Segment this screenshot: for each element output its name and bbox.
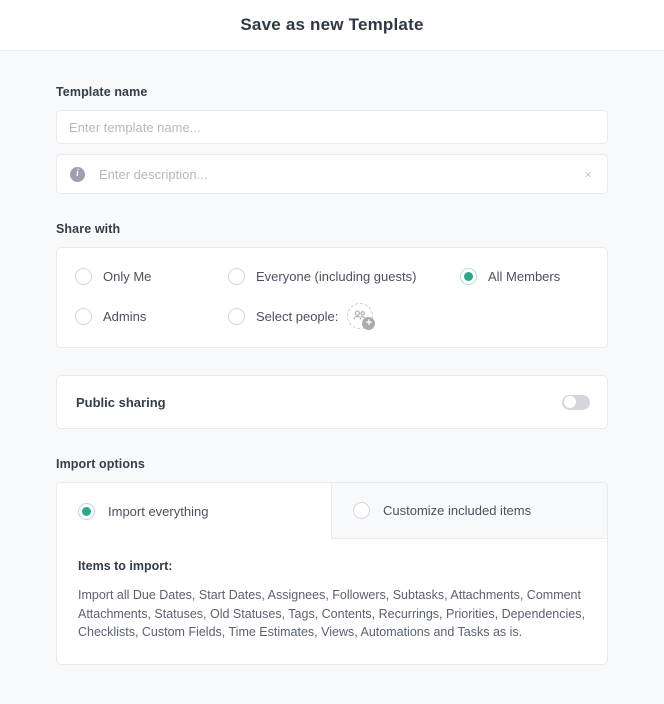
share-with-label: Share with	[56, 222, 608, 236]
radio-icon	[228, 268, 245, 285]
radio-only-me[interactable]: Only Me	[57, 268, 210, 285]
radio-admins[interactable]: Admins	[57, 303, 210, 329]
public-sharing-toggle[interactable]	[562, 395, 590, 410]
radio-label: Everyone (including guests)	[256, 269, 416, 284]
description-field[interactable]: i ×	[56, 154, 608, 194]
template-name-label: Template name	[56, 85, 608, 99]
modal-body: Template name i × Share with Only Me Eve…	[0, 51, 664, 665]
items-to-import-section: Items to import: Import all Due Dates, S…	[57, 539, 607, 664]
info-icon: i	[70, 167, 85, 182]
share-with-card: Only Me Everyone (including guests) All …	[56, 247, 608, 348]
description-input[interactable]	[97, 166, 581, 183]
radio-icon	[228, 308, 245, 325]
tab-label: Customize included items	[383, 503, 531, 518]
items-to-import-title: Items to import:	[78, 559, 585, 573]
import-tabs: Import everything Customize included ite…	[57, 483, 607, 539]
import-options-card: Import everything Customize included ite…	[56, 482, 608, 665]
radio-label: Select people:	[256, 309, 338, 324]
template-name-input[interactable]	[56, 110, 608, 144]
radio-label: Admins	[103, 309, 146, 324]
radio-icon-selected	[460, 268, 477, 285]
modal-header: Save as new Template	[0, 0, 664, 51]
tab-import-everything[interactable]: Import everything	[57, 483, 331, 539]
items-to-import-text: Import all Due Dates, Start Dates, Assig…	[78, 586, 585, 642]
radio-label: All Members	[488, 269, 560, 284]
tab-customize-included-items[interactable]: Customize included items	[331, 483, 607, 539]
close-icon[interactable]: ×	[581, 166, 595, 183]
radio-icon-selected	[78, 503, 95, 520]
add-people-icon[interactable]: +	[347, 303, 373, 329]
public-sharing-row: Public sharing	[56, 375, 608, 429]
radio-everyone[interactable]: Everyone (including guests)	[210, 268, 442, 285]
page-title: Save as new Template	[240, 15, 423, 35]
import-options-label: Import options	[56, 457, 608, 471]
radio-label: Only Me	[103, 269, 151, 284]
public-sharing-label: Public sharing	[76, 395, 166, 410]
radio-icon	[75, 268, 92, 285]
toggle-knob	[564, 396, 576, 408]
radio-select-people[interactable]: Select people: +	[210, 303, 442, 329]
plus-icon: +	[362, 317, 375, 330]
radio-icon	[353, 502, 370, 519]
radio-icon	[75, 308, 92, 325]
tab-label: Import everything	[108, 504, 208, 519]
radio-all-members[interactable]: All Members	[442, 268, 607, 285]
share-with-options: Only Me Everyone (including guests) All …	[57, 248, 607, 347]
